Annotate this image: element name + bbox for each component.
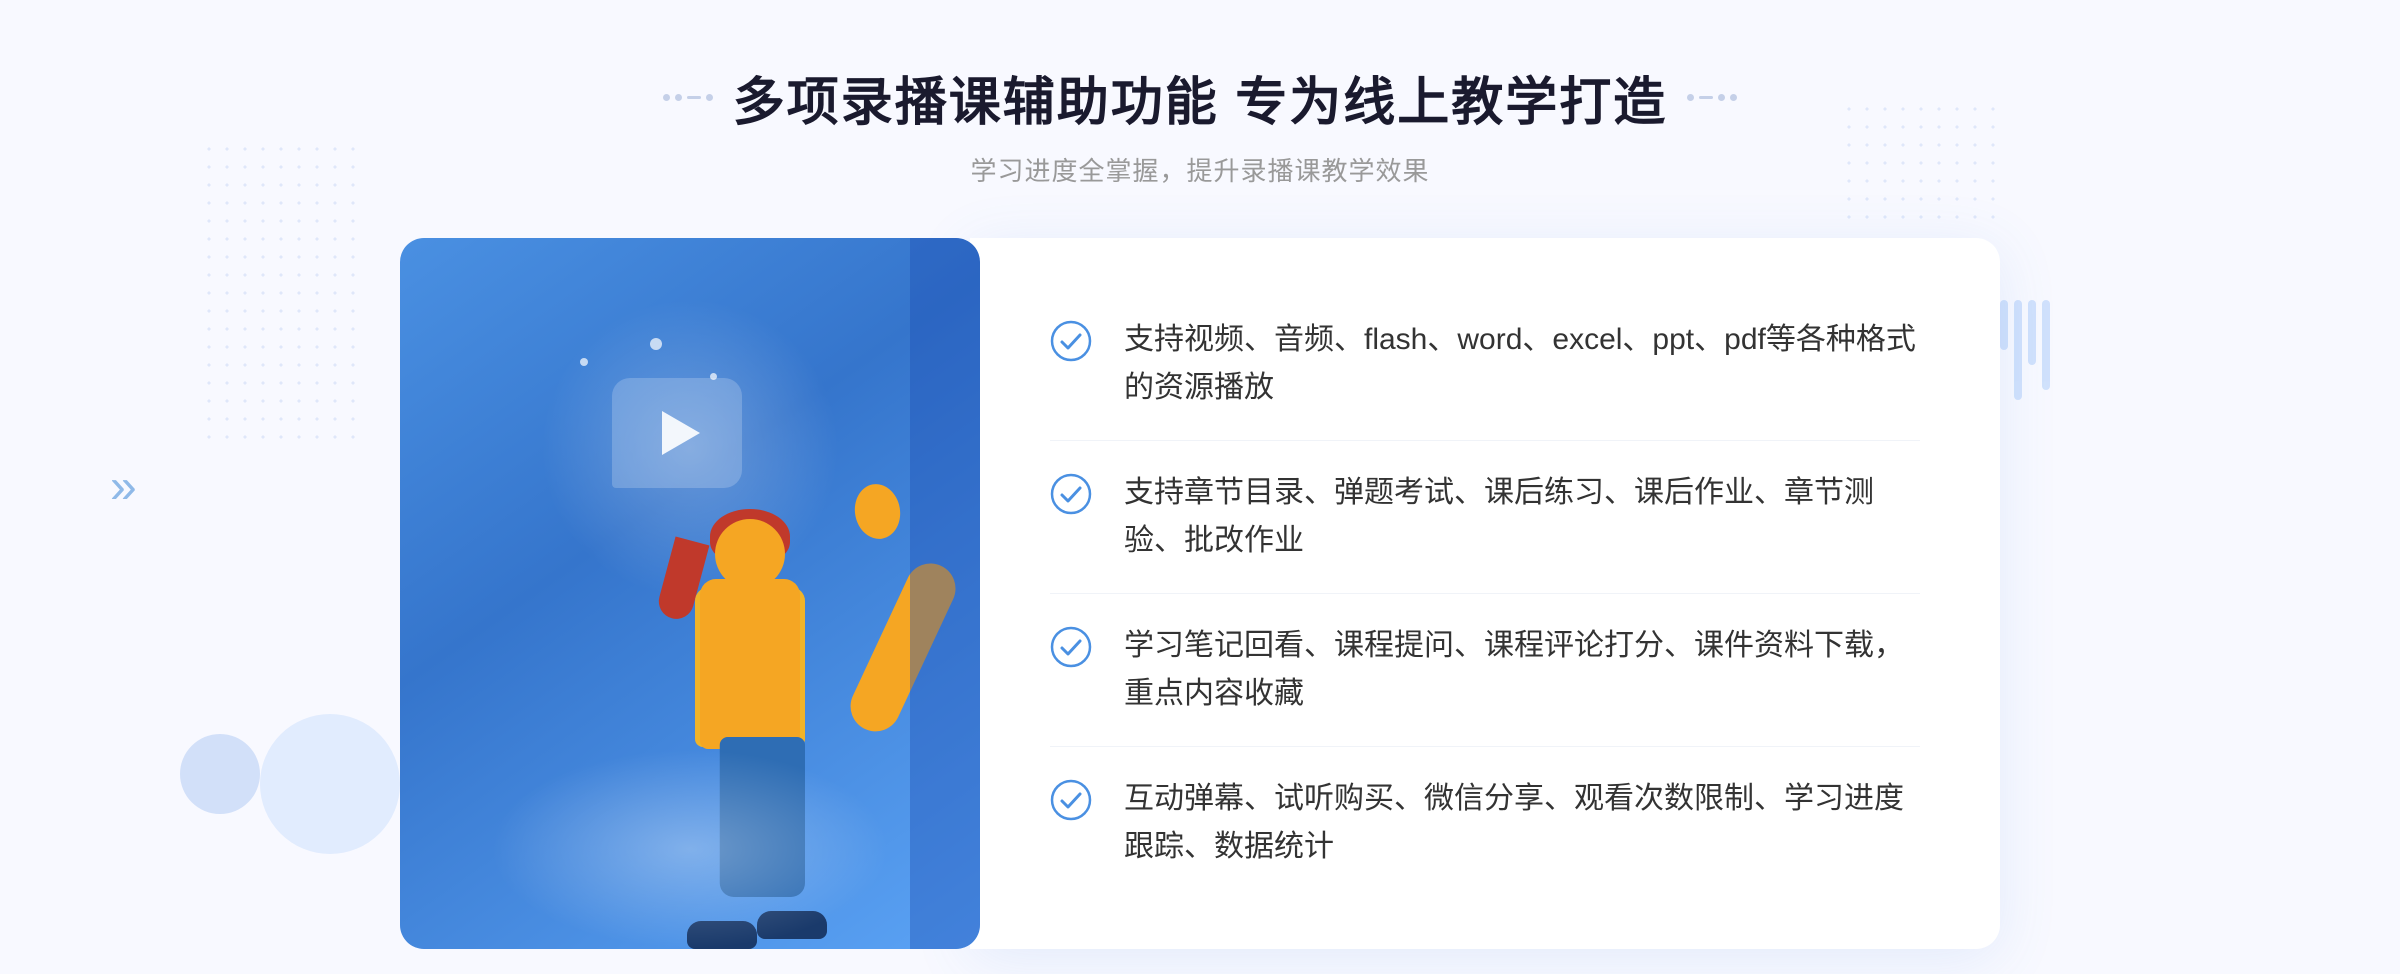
sparkle-2 <box>650 338 662 350</box>
deco-dot <box>706 94 713 101</box>
ground-light <box>490 749 890 949</box>
dot-grid-right <box>1840 100 2000 220</box>
header: 多项录播课辅助功能 专为线上教学打造 学习进度全掌握，提升录播课教学效果 <box>663 60 1737 188</box>
feature-item-3: 学习笔记回看、课程提问、课程评论打分、课件资料下载，重点内容收藏 <box>1050 594 1920 747</box>
blue-stripe <box>910 238 980 949</box>
sub-title: 学习进度全掌握，提升录播课教学效果 <box>663 151 1737 188</box>
feature-item-2: 支持章节目录、弹题考试、课后练习、课后作业、章节测验、批改作业 <box>1050 441 1920 594</box>
deco-bar-3 <box>2014 300 2022 400</box>
deco-circle-2 <box>180 734 260 814</box>
deco-dot <box>663 94 670 101</box>
deco-dot <box>675 94 682 101</box>
feature-text-4: 互动弹幕、试听购买、微信分享、观看次数限制、学习进度跟踪、数据统计 <box>1124 775 1920 871</box>
feature-text-2: 支持章节目录、弹题考试、课后练习、课后作业、章节测验、批改作业 <box>1124 469 1920 565</box>
chevron-left-decoration: » <box>110 460 127 515</box>
feature-item-1: 支持视频、音频、flash、word、excel、ppt、pdf等各种格式的资源… <box>1050 288 1920 441</box>
features-panel: 支持视频、音频、flash、word、excel、ppt、pdf等各种格式的资源… <box>970 238 2000 949</box>
deco-dot <box>1687 94 1694 101</box>
check-icon-1 <box>1050 320 1092 362</box>
dot-grid-left <box>200 140 360 440</box>
main-title: 多项录播课辅助功能 专为线上教学打造 <box>733 60 1667 135</box>
feature-text-1: 支持视频、音频、flash、word、excel、ppt、pdf等各种格式的资源… <box>1124 316 1920 412</box>
header-deco-left <box>663 94 713 101</box>
check-icon-3 <box>1050 626 1092 668</box>
deco-line <box>687 96 701 99</box>
page-wrapper: » 多项录播课辅助功能 专为线上教学打造 学习进度全掌握 <box>0 0 2400 974</box>
illustration-card <box>400 238 980 949</box>
person-body <box>700 579 800 749</box>
sparkle-1 <box>580 358 588 366</box>
deco-bar-5 <box>2042 300 2050 390</box>
header-deco-right <box>1687 94 1737 101</box>
deco-bar-2 <box>2000 300 2008 350</box>
header-title-wrapper: 多项录播课辅助功能 专为线上教学打造 <box>663 60 1737 135</box>
feature-item-4: 互动弹幕、试听购买、微信分享、观看次数限制、学习进度跟踪、数据统计 <box>1050 747 1920 899</box>
feature-text-3: 学习笔记回看、课程提问、课程评论打分、课件资料下载，重点内容收藏 <box>1124 622 1920 718</box>
check-icon-4 <box>1050 779 1092 821</box>
deco-bar-4 <box>2028 300 2036 365</box>
deco-circle-1 <box>260 714 400 854</box>
content-area: 支持视频、音频、flash、word、excel、ppt、pdf等各种格式的资源… <box>400 238 2000 949</box>
check-icon-2 <box>1050 473 1092 515</box>
play-triangle-icon <box>662 411 700 455</box>
person-raised-hand <box>851 481 905 543</box>
deco-dot <box>1718 94 1725 101</box>
deco-dot <box>1730 94 1737 101</box>
deco-line <box>1699 96 1713 99</box>
